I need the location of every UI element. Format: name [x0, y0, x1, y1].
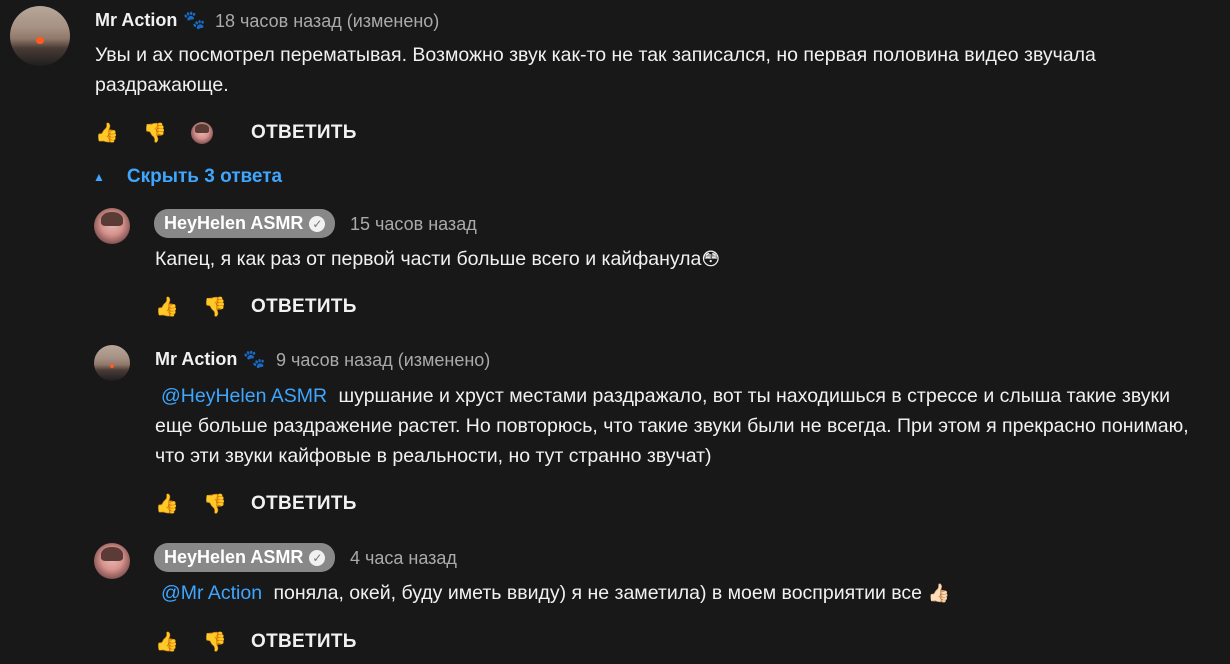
dislike-icon[interactable]: 👎 — [143, 121, 167, 145]
hide-replies-label: Скрыть 3 ответа — [126, 166, 283, 187]
comment-actions: 👍 👎 ♥ ОТВЕТИТЬ — [95, 121, 357, 145]
flushed-face-emoji: 😳 — [701, 249, 721, 269]
reply-button[interactable]: ОТВЕТИТЬ — [251, 631, 357, 653]
comment-actions: 👍 👎 ОТВЕТИТЬ — [155, 295, 357, 319]
paw-icon: 🐾 — [243, 349, 266, 369]
creator-heart-avatar: ♥ — [191, 122, 213, 144]
author-name[interactable]: Mr Action — [155, 349, 237, 369]
dislike-icon[interactable]: 👎 — [203, 630, 227, 654]
comment-time[interactable]: 9 часов назад (изменено) — [276, 350, 490, 371]
caret-up-icon: ▲ — [93, 170, 105, 184]
author-name[interactable]: Mr Action — [95, 10, 177, 30]
verified-icon: ✓ — [309, 550, 326, 566]
comment-text: Увы и ах посмотрел перематывая. Возможно… — [95, 44, 1096, 96]
like-icon[interactable]: 👍 — [155, 295, 179, 319]
avatar[interactable] — [94, 345, 130, 381]
mention-link[interactable]: @HeyHelen ASMR — [161, 385, 327, 407]
comment-actions: 👍 👎 ОТВЕТИТЬ — [155, 492, 357, 516]
comment-author[interactable]: Mr Action 🐾 — [95, 10, 206, 31]
hide-replies-button[interactable]: ▲ Скрыть 3 ответа — [93, 166, 282, 188]
verified-icon: ✓ — [309, 216, 326, 232]
like-icon[interactable]: 👍 — [155, 630, 179, 654]
comment-body: поняла, окей, буду иметь ввиду) я не зам… — [273, 582, 923, 604]
comment-text: @Mr Action поняла, окей, буду иметь ввид… — [155, 578, 1205, 608]
comment-text: Капец, я как раз от первой части больше … — [155, 244, 1205, 274]
comment-text: @HeyHelen ASMR шуршание и хруст местами … — [155, 381, 1195, 471]
reply-button[interactable]: ОТВЕТИТЬ — [251, 296, 357, 318]
avatar[interactable] — [10, 6, 70, 66]
like-icon[interactable]: 👍 — [155, 492, 179, 516]
reply-button[interactable]: ОТВЕТИТЬ — [251, 122, 357, 144]
avatar[interactable] — [94, 208, 130, 244]
avatar[interactable] — [94, 543, 130, 579]
comment-actions: 👍 👎 ОТВЕТИТЬ — [155, 630, 357, 654]
author-name[interactable]: HeyHelen ASMR — [164, 213, 303, 233]
paw-icon: 🐾 — [183, 10, 206, 30]
comment-body: Капец, я как раз от первой части больше … — [155, 248, 702, 270]
dislike-icon[interactable]: 👎 — [203, 295, 227, 319]
mention-link[interactable]: @Mr Action — [161, 582, 262, 604]
comment-time[interactable]: 18 часов назад (изменено) — [215, 11, 439, 32]
author-name[interactable]: HeyHelen ASMR — [164, 547, 303, 567]
like-icon[interactable]: 👍 — [95, 121, 119, 145]
comment-time[interactable]: 15 часов назад — [350, 214, 477, 235]
comment-author[interactable]: HeyHelen ASMR ✓ — [154, 543, 336, 572]
reply-button[interactable]: ОТВЕТИТЬ — [251, 493, 357, 515]
dislike-icon[interactable]: 👎 — [203, 492, 227, 516]
thumbs-up-emoji: 👍🏻 — [927, 583, 950, 603]
comment-author[interactable]: Mr Action 🐾 — [155, 349, 266, 370]
comment-time[interactable]: 4 часа назад — [350, 548, 457, 569]
comment-author[interactable]: HeyHelen ASMR ✓ — [154, 209, 336, 238]
